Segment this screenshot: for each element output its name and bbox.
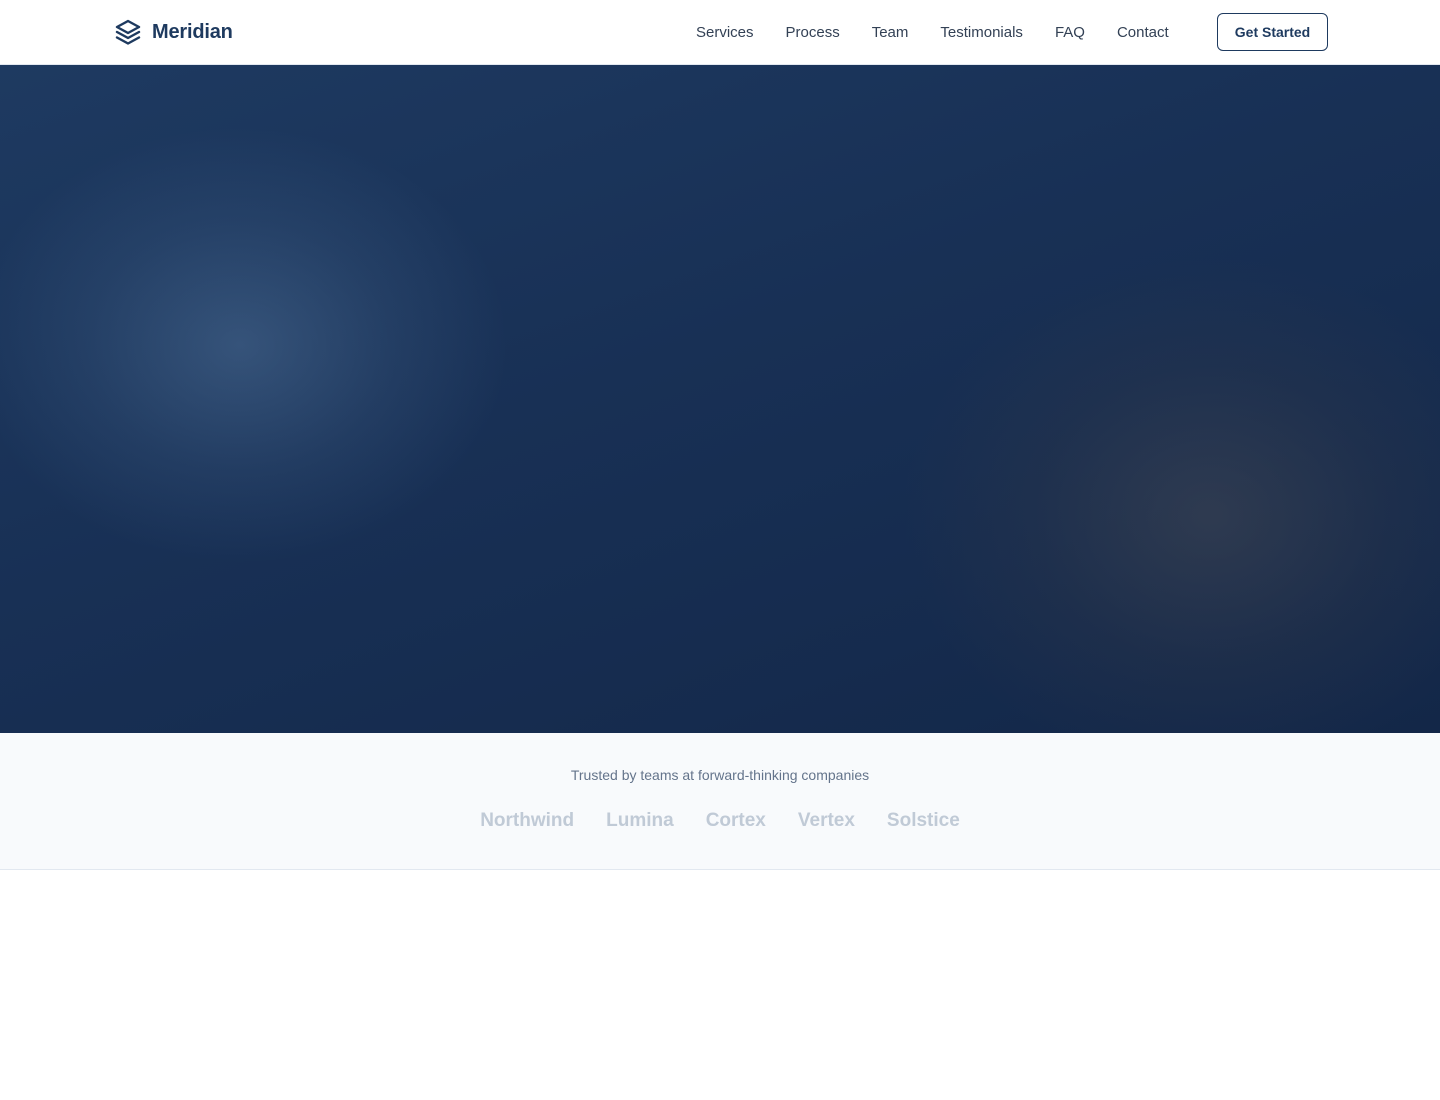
site-header: Meridian Services Process Team Testimoni… <box>0 0 1440 65</box>
company-logo-cortex: Cortex <box>705 810 766 831</box>
company-logo-vertex: Vertex <box>797 810 855 831</box>
brand-name: Meridian <box>152 20 233 43</box>
nav-link-contact[interactable]: Contact <box>1117 24 1169 41</box>
trusted-caption: Trusted by teams at forward-thinking com… <box>570 767 870 783</box>
layers-icon <box>115 19 141 45</box>
nav-link-faq[interactable]: FAQ <box>1055 24 1085 41</box>
main-nav: Services Process Team Testimonials FAQ C… <box>696 0 1169 64</box>
hero-glow-left <box>0 125 510 565</box>
get-started-button[interactable]: Get Started <box>1217 13 1328 51</box>
company-logo-northwind: Northwind <box>480 810 575 831</box>
company-logo-solstice: Solstice <box>886 810 960 831</box>
nav-link-testimonials[interactable]: Testimonials <box>940 24 1023 41</box>
trusted-by-section: Trusted by teams at forward-thinking com… <box>0 733 1440 870</box>
content-section <box>0 870 1440 1100</box>
brand-logo[interactable]: Meridian <box>114 17 233 47</box>
hero-section <box>0 65 1440 733</box>
hero-glow-right <box>900 255 1440 733</box>
company-logos: Northwind Lumina Cortex Vertex Solstice <box>0 810 1440 832</box>
nav-link-process[interactable]: Process <box>786 24 840 41</box>
company-logo-lumina: Lumina <box>606 810 674 831</box>
nav-link-services[interactable]: Services <box>696 24 754 41</box>
nav-link-team[interactable]: Team <box>872 24 909 41</box>
